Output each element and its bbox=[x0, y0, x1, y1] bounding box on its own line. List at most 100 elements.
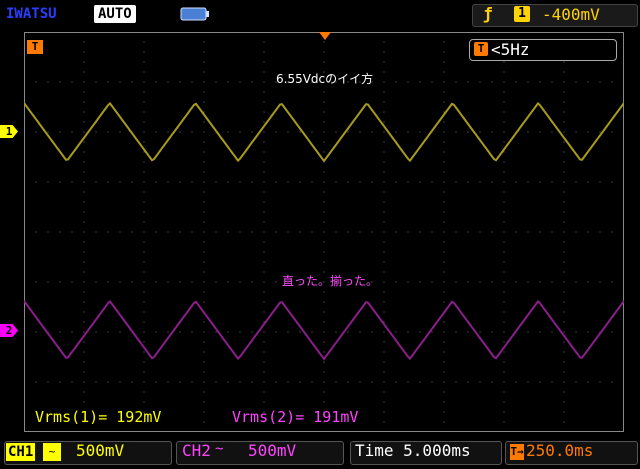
grid-dot bbox=[563, 131, 565, 133]
horizontal-position-marker[interactable] bbox=[319, 32, 331, 40]
grid-dot bbox=[263, 111, 265, 113]
grid-dot bbox=[503, 81, 505, 83]
grid-dot bbox=[323, 111, 325, 113]
grid-dot bbox=[71, 231, 73, 233]
grid-dot bbox=[503, 71, 505, 73]
grid-dot bbox=[179, 181, 181, 183]
grid-dot bbox=[203, 371, 205, 373]
grid-dot bbox=[443, 421, 445, 423]
grid-dot bbox=[503, 32, 505, 33]
grid-dot bbox=[503, 401, 505, 403]
grid-dot bbox=[503, 211, 505, 213]
grid-dot bbox=[203, 161, 205, 163]
trigger-position-marker[interactable]: T bbox=[27, 40, 43, 54]
grid-dot bbox=[263, 261, 265, 263]
grid-dot bbox=[263, 201, 265, 203]
grid-dot bbox=[359, 331, 361, 333]
grid-dot bbox=[83, 181, 85, 183]
grid-dot bbox=[563, 61, 565, 63]
grid-dot bbox=[239, 281, 241, 283]
trigger-delay-icon: T→ bbox=[510, 444, 524, 460]
grid-dot bbox=[143, 361, 145, 363]
grid-dot bbox=[263, 171, 265, 173]
grid-dot bbox=[167, 81, 169, 83]
grid-dot bbox=[143, 191, 145, 193]
grid-dot bbox=[587, 131, 589, 133]
grid-dot bbox=[143, 131, 145, 133]
grid-dot bbox=[383, 231, 385, 233]
grid-dot bbox=[383, 221, 385, 223]
grid-dot bbox=[395, 231, 397, 233]
grid-dot bbox=[143, 121, 145, 123]
ch1-ground-marker[interactable]: 1 bbox=[0, 125, 18, 138]
grid-dot bbox=[575, 281, 577, 283]
grid-dot bbox=[383, 331, 385, 333]
grid-dot bbox=[335, 131, 337, 133]
battery-icon bbox=[180, 7, 209, 21]
grid-dot bbox=[179, 131, 181, 133]
grid-dot bbox=[323, 91, 325, 93]
grid-dot bbox=[143, 261, 145, 263]
grid-dot bbox=[563, 151, 565, 153]
grid-dot bbox=[443, 281, 445, 283]
grid-dot bbox=[419, 81, 421, 83]
grid-dot bbox=[323, 121, 325, 123]
grid-dot bbox=[143, 351, 145, 353]
grid-dot bbox=[143, 341, 145, 343]
grid-dot bbox=[443, 241, 445, 243]
grid-dot bbox=[587, 181, 589, 183]
trigger-delay-readout: 250.0ms bbox=[526, 441, 594, 460]
grid-dot bbox=[503, 321, 505, 323]
grid-dot bbox=[191, 281, 193, 283]
grid-dot bbox=[47, 231, 49, 233]
grid-dot bbox=[83, 111, 85, 113]
grid-dot bbox=[263, 101, 265, 103]
grid-dot bbox=[359, 381, 361, 383]
grid-dot bbox=[275, 381, 277, 383]
grid-dot bbox=[203, 391, 205, 393]
grid-dot bbox=[191, 381, 193, 383]
grid-dot bbox=[83, 51, 85, 53]
grid-dot bbox=[359, 131, 361, 133]
ch2-volts-per-div: 500mV bbox=[248, 441, 297, 460]
grid-dot bbox=[443, 111, 445, 113]
grid-dot bbox=[83, 32, 85, 33]
grid-dot bbox=[263, 231, 265, 233]
grid-dot bbox=[335, 331, 337, 333]
grid-dot bbox=[563, 141, 565, 143]
ch2-ground-marker[interactable]: 2 bbox=[0, 324, 18, 337]
grid-dot bbox=[203, 171, 205, 173]
grid-dot bbox=[503, 221, 505, 223]
grid-dot bbox=[107, 181, 109, 183]
grid-dot bbox=[203, 32, 205, 33]
grid-dot bbox=[323, 131, 325, 133]
grid-dot bbox=[203, 71, 205, 73]
grid-dot bbox=[503, 351, 505, 353]
grid-dot bbox=[275, 281, 277, 283]
grid-dot bbox=[503, 331, 505, 333]
grid-dot bbox=[263, 41, 265, 43]
grid-dot bbox=[215, 231, 217, 233]
grid-dot bbox=[83, 61, 85, 63]
grid-dot bbox=[395, 181, 397, 183]
grid-dot bbox=[323, 321, 325, 323]
grid-dot bbox=[263, 161, 265, 163]
grid-dot bbox=[323, 211, 325, 213]
grid-dot bbox=[131, 281, 133, 283]
grid-dot bbox=[263, 431, 265, 432]
acquisition-mode-badge[interactable]: AUTO bbox=[94, 5, 136, 23]
grid-dot bbox=[251, 281, 253, 283]
grid-dot bbox=[119, 81, 121, 83]
grid-dot bbox=[503, 161, 505, 163]
grid-dot bbox=[575, 231, 577, 233]
grid-dot bbox=[71, 381, 73, 383]
grid-dot bbox=[263, 291, 265, 293]
grid-dot bbox=[563, 341, 565, 343]
grid-dot bbox=[143, 71, 145, 73]
grid-dot bbox=[83, 351, 85, 353]
grid-dot bbox=[143, 301, 145, 303]
grid-dot bbox=[167, 331, 169, 333]
grid-dot bbox=[203, 251, 205, 253]
grid-dot bbox=[155, 81, 157, 83]
grid-dot bbox=[419, 281, 421, 283]
